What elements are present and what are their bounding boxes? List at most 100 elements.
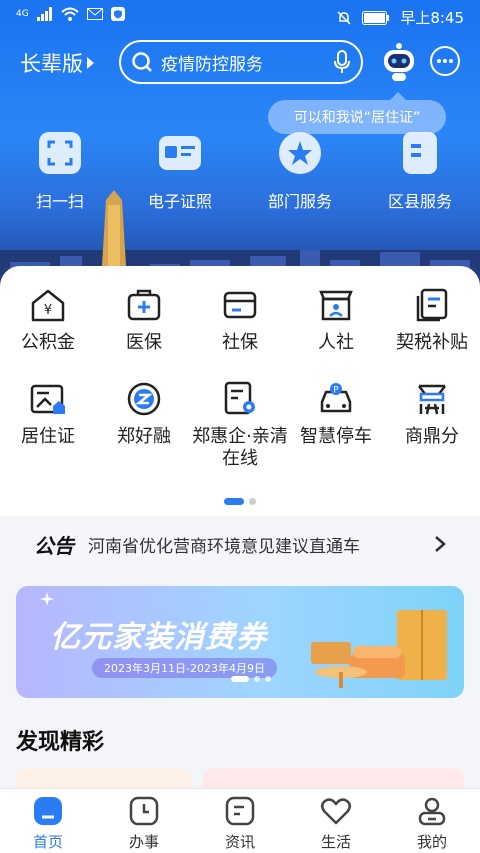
- service-human-resources[interactable]: 人社: [288, 286, 384, 354]
- service-social-security[interactable]: 社保: [192, 286, 288, 354]
- banner-indicator: [231, 676, 271, 682]
- search-bar[interactable]: 疫情防控服务: [119, 40, 363, 84]
- service-label: 郑惠企·亲清在线: [192, 426, 288, 469]
- scan-icon: [39, 132, 81, 174]
- home-icon: [34, 797, 62, 825]
- chevron-right-icon: [435, 536, 446, 552]
- banner-dot: [265, 676, 271, 682]
- page-indicator: [0, 498, 480, 505]
- quick-label: 部门服务: [267, 192, 332, 211]
- banner-date: 2023年3月11日-2023年4月9日: [92, 658, 277, 678]
- services-panel: ¥ 公积金 医保 社保 人社 契税补贴 居住证 郑好融 郑惠企·亲清在线 P 智…: [0, 266, 480, 516]
- tab-label: 生活: [320, 833, 351, 851]
- quick-district[interactable]: 区县服务: [360, 128, 480, 218]
- search-icon: [132, 52, 152, 72]
- services-grid: ¥ 公积金 医保 社保 人社 契税补贴 居住证 郑好融 郑惠企·亲清在线 P 智…: [0, 286, 480, 470]
- wifi-icon: [61, 7, 79, 21]
- tab-services[interactable]: 办事: [96, 789, 192, 853]
- svg-text:¥: ¥: [44, 303, 52, 318]
- tab-mine[interactable]: 我的: [384, 789, 480, 853]
- service-label: 居住证: [21, 426, 75, 447]
- signal-icon: [36, 7, 52, 21]
- parking-icon: P: [320, 383, 352, 413]
- assistant-robot-icon[interactable]: [380, 42, 418, 82]
- tab-label: 我的: [416, 833, 447, 851]
- medical-insurance-icon: [127, 289, 161, 321]
- clock-icon: [129, 796, 159, 826]
- search-text: 疫情防控服务: [161, 54, 263, 75]
- enterprise-icon: [224, 381, 255, 415]
- quick-id-card[interactable]: 电子证照: [120, 128, 240, 218]
- tab-home[interactable]: 首页: [0, 789, 96, 853]
- quick-department[interactable]: 部门服务: [240, 128, 360, 218]
- sparkle-icon: [40, 592, 54, 606]
- svg-text:P: P: [333, 386, 339, 396]
- elder-mode-button[interactable]: 长辈版: [20, 48, 94, 78]
- elder-mode-label: 长辈版: [20, 52, 83, 76]
- service-label: 商鼎分: [405, 426, 459, 447]
- page-dot: [249, 498, 256, 505]
- quick-label: 电子证照: [147, 192, 212, 211]
- banner-dot-active: [231, 676, 249, 682]
- quick-scan[interactable]: 扫一扫: [0, 128, 120, 218]
- shield-icon: [110, 7, 125, 21]
- tab-life[interactable]: 生活: [288, 789, 384, 853]
- tab-label: 首页: [32, 833, 63, 851]
- housing-fund-icon: ¥: [31, 289, 65, 322]
- more-dots-icon: [437, 59, 453, 63]
- network-label: 4G: [16, 9, 29, 19]
- service-housing-fund[interactable]: ¥ 公积金: [0, 286, 96, 354]
- banner-title: 亿元家装消费券: [50, 620, 267, 655]
- service-finance[interactable]: 郑好融: [96, 380, 192, 470]
- service-enterprise[interactable]: 郑惠企·亲清在线: [192, 380, 288, 470]
- caret-right-icon: [87, 57, 94, 69]
- service-parking[interactable]: P 智慧停车: [288, 380, 384, 470]
- notice-text: 河南省优化营商环境意见建议直通车: [88, 536, 360, 557]
- service-label: 社保: [222, 332, 258, 353]
- service-label: 医保: [126, 332, 162, 353]
- battery-icon: [362, 10, 390, 25]
- human-resources-icon: [319, 290, 353, 321]
- page-dot-active: [224, 498, 244, 505]
- quick-actions: 扫一扫 电子证照 部门服务 区县服务: [0, 128, 480, 218]
- id-card-icon: [159, 136, 201, 170]
- department-icon: [279, 132, 321, 174]
- service-deed-tax[interactable]: 契税补贴: [384, 286, 480, 354]
- service-label: 智慧停车: [300, 426, 372, 447]
- profile-icon: [418, 797, 446, 826]
- promo-banner[interactable]: 亿元家装消费券 2023年3月11日-2023年4月9日: [16, 586, 464, 698]
- quick-label: 扫一扫: [35, 192, 84, 211]
- mute-bell-icon: [337, 10, 351, 25]
- service-medical-insurance[interactable]: 医保: [96, 286, 192, 354]
- residence-permit-icon: [30, 384, 65, 414]
- service-label: 人社: [318, 332, 354, 353]
- banner-dot: [254, 676, 260, 682]
- discover-title: 发现精彩: [16, 730, 105, 755]
- service-residence-permit[interactable]: 居住证: [0, 380, 96, 470]
- heart-icon: [321, 798, 351, 825]
- service-label: 公积金: [21, 332, 75, 353]
- clock-label: 早上8:45: [400, 9, 464, 27]
- service-label: 契税补贴: [396, 332, 468, 353]
- finance-icon: [127, 382, 161, 416]
- news-icon: [225, 796, 255, 826]
- tab-news[interactable]: 资讯: [192, 789, 288, 853]
- notice-bar[interactable]: 公告 河南省优化营商环境意见建议直通车: [22, 516, 458, 572]
- tab-label: 资讯: [224, 833, 255, 851]
- credit-score-icon: [418, 384, 446, 415]
- tab-label: 办事: [128, 833, 159, 851]
- microphone-icon[interactable]: [333, 50, 351, 74]
- district-icon: [403, 132, 437, 174]
- service-credit-score[interactable]: 商鼎分: [384, 380, 480, 470]
- furniture-illustration: [311, 610, 447, 688]
- status-bar: 4G 早上8:45: [0, 0, 480, 34]
- deed-tax-icon: [416, 288, 448, 322]
- mail-icon: [86, 8, 103, 20]
- social-security-icon: [223, 291, 257, 319]
- top-bar: 长辈版 疫情防控服务: [0, 40, 480, 86]
- more-button[interactable]: [430, 46, 460, 76]
- bottom-tab-bar: 首页 办事 资讯 生活 我的: [0, 788, 480, 853]
- service-label: 郑好融: [117, 426, 171, 447]
- quick-label: 区县服务: [387, 192, 452, 211]
- notice-tag: 公告: [34, 533, 74, 558]
